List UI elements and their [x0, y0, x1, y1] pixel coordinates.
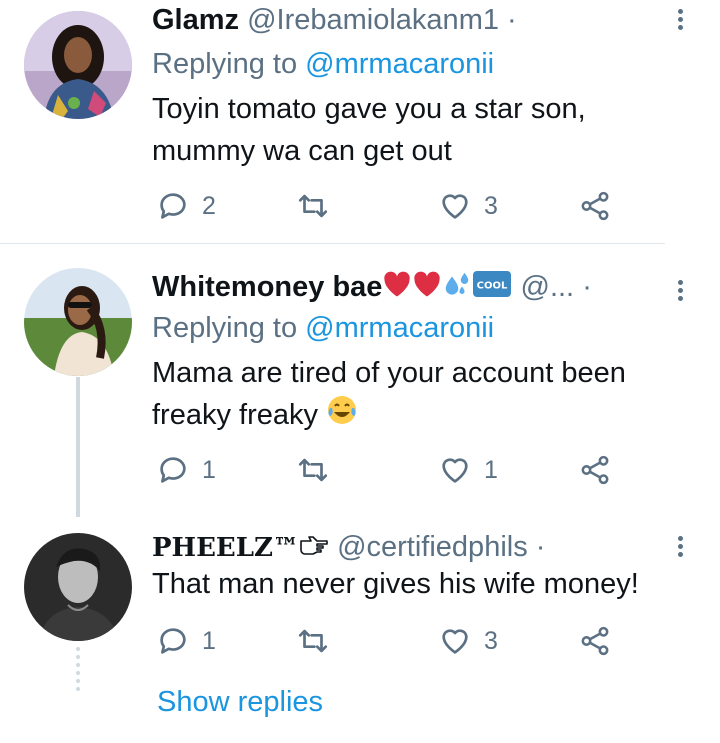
svg-text:COOL: COOL: [477, 281, 508, 292]
tweet-1[interactable]: Glamz @Irebamiolakanm1 · Replying to @mr…: [0, 0, 720, 244]
display-name[interactable]: Whitemoney bae: [152, 271, 382, 303]
retweet-button[interactable]: [296, 621, 330, 661]
reply-icon: [160, 628, 186, 654]
share-icon: [581, 191, 609, 221]
like-icon: [442, 458, 468, 483]
sweat-droplets-icon: [442, 269, 472, 308]
tweet-text: That man never gives his wife money!: [152, 563, 692, 605]
reply-count: 2: [202, 191, 216, 220]
like-icon: [442, 629, 468, 654]
thread-line: [76, 377, 80, 517]
action-bar: 1 1: [152, 450, 632, 490]
tweet-text: Toyin tomato gave you a star son, mummy …: [152, 88, 692, 172]
action-bar: 1 3: [152, 621, 632, 661]
retweet-button[interactable]: [296, 186, 330, 226]
reply-icon: [160, 457, 186, 483]
display-name[interactable]: PHEELZ™: [152, 533, 329, 563]
user-handle[interactable]: @Irebamiolakanm1: [247, 4, 499, 36]
replying-to: Replying to @mrmacaronii: [152, 46, 494, 82]
separator-dot: ·: [535, 531, 546, 563]
tweet-text-line: Mama are tired of your account been: [152, 357, 626, 389]
avatar[interactable]: [24, 533, 132, 641]
reply-button[interactable]: 2: [156, 186, 216, 226]
avatar[interactable]: [24, 11, 132, 119]
action-bar: 2 3: [152, 186, 632, 226]
share-icon: [581, 455, 609, 485]
tweet-text-line: That man never gives his wife money!: [152, 568, 639, 600]
display-name[interactable]: Glamz: [152, 4, 239, 36]
like-count: 1: [484, 455, 498, 484]
tweet-text-segment: freaky freaky: [152, 399, 318, 431]
tweet-text-line: freaky freaky: [152, 394, 692, 438]
retweet-icon: [298, 194, 328, 218]
tweet-header: Whitemoney bae COOL @... ·: [152, 269, 592, 308]
face-with-tears-of-joy-icon: [326, 394, 358, 438]
share-button[interactable]: [578, 621, 612, 661]
retweet-icon: [298, 458, 328, 482]
tweet-text-line: mummy wa can get out: [152, 135, 452, 167]
display-name-text: PHEELZ™: [152, 533, 300, 563]
replying-label: Replying to: [152, 312, 298, 344]
like-count: 3: [484, 191, 498, 220]
like-button[interactable]: 3: [438, 621, 498, 661]
share-button[interactable]: [578, 450, 612, 490]
share-icon: [581, 626, 609, 656]
more-icon[interactable]: [670, 6, 690, 42]
reply-count: 1: [202, 455, 216, 484]
separator-dot: ·: [507, 4, 517, 36]
tweet-header: PHEELZ™ @certifiedphils ·: [152, 529, 545, 567]
show-replies-link[interactable]: Show replies: [157, 686, 323, 719]
replying-to: Replying to @mrmacaronii: [152, 310, 494, 346]
separator-dot: ·: [582, 271, 592, 304]
red-heart-icon: [412, 270, 442, 307]
reply-icon: [160, 193, 186, 219]
reply-button[interactable]: 1: [156, 621, 216, 661]
like-icon: [442, 194, 468, 219]
retweet-icon: [298, 629, 328, 653]
user-handle[interactable]: @certifiedphils: [337, 531, 528, 563]
avatar[interactable]: [24, 268, 132, 376]
retweet-button[interactable]: [296, 450, 330, 490]
thread-dots: [76, 647, 80, 695]
like-button[interactable]: 3: [438, 186, 498, 226]
tweet-text: Mama are tired of your account been frea…: [152, 352, 692, 438]
replying-label: Replying to: [152, 48, 298, 80]
red-heart-icon: [382, 270, 412, 307]
mention-link[interactable]: @mrmacaronii: [305, 48, 494, 80]
reply-count: 1: [202, 626, 216, 655]
tweet-3[interactable]: PHEELZ™ @certifiedphils · That man never…: [0, 519, 720, 691]
like-button[interactable]: 1: [438, 450, 498, 490]
mention-link[interactable]: @mrmacaronii: [305, 312, 494, 344]
backhand-index-pointing-right-icon: [299, 531, 329, 567]
cool-button-icon: COOL: [472, 270, 512, 307]
like-count: 3: [484, 626, 498, 655]
reply-button[interactable]: 1: [156, 450, 216, 490]
user-handle[interactable]: @...: [521, 271, 575, 303]
tweet-text-line: Toyin tomato gave you a star son,: [152, 93, 586, 125]
share-button[interactable]: [578, 186, 612, 226]
tweet-2[interactable]: Whitemoney bae COOL @... · Replying to @m…: [0, 244, 720, 519]
more-icon[interactable]: [670, 277, 690, 313]
tweet-header: Glamz @Irebamiolakanm1 ·: [152, 2, 517, 38]
